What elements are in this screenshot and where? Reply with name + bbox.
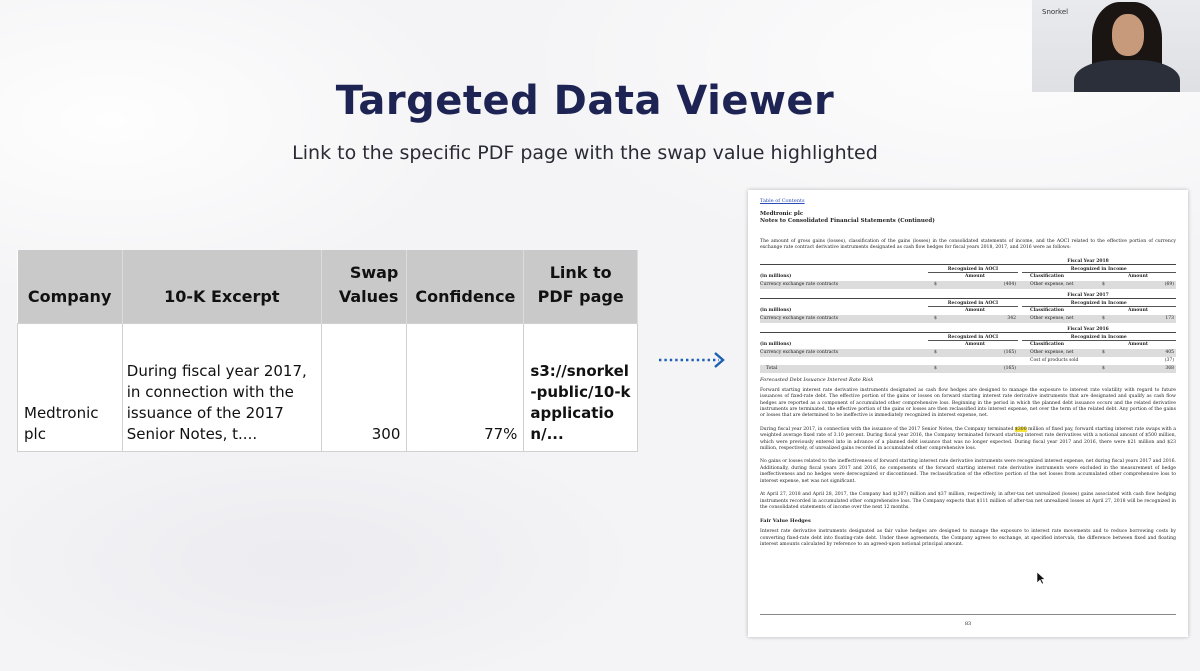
header-confidence: Confidence (406, 250, 525, 323)
cell-swap-value: 300 (320, 322, 408, 452)
pdf-data-row: Currency exchange rate contracts $ (165) … (760, 348, 1176, 357)
pdf-page-preview[interactable]: Table of Contents Medtronic plc Notes to… (748, 190, 1188, 637)
pdf-fy-label: Fiscal Year 2016 (760, 327, 1176, 333)
pdf-subheader-row: (in millions) Amount Classification Amou… (760, 308, 1148, 314)
pdf-para-april: At April 27, 2018 and April 28, 2017, th… (760, 492, 1176, 510)
pdf-table-header: Recognized in AOCI Recognized in Income (760, 301, 1176, 307)
pdf-heading-forecast: Forecasted Debt Issuance Interest Rate R… (760, 376, 874, 383)
pdf-data-row: Currency exchange rate contracts $ (404) … (760, 280, 1176, 289)
pdf-page-number: 83 (964, 621, 972, 627)
header-company: Company (17, 250, 123, 323)
pdf-company: Medtronic plc (760, 211, 804, 217)
cell-confidence: 77% (406, 322, 525, 452)
pdf-table-header: Recognized in AOCI Recognized in Income (760, 267, 1176, 273)
pdf-data-row: Currency exchange rate contracts $342 Ot… (760, 314, 1176, 323)
dotted-arrow-icon (659, 352, 725, 368)
pdf-data-row: Cost of products sold (37) (1030, 358, 1174, 364)
cell-pdf-link[interactable]: s3://snorkel-public/10-kapplication/... (523, 322, 638, 452)
pdf-table-fy2018: Fiscal Year 2018 Recognized in AOCI Reco… (760, 259, 1176, 289)
participant-name: Snorkel (1042, 8, 1069, 16)
pdf-toc-link[interactable]: Table of Contents (760, 198, 1176, 204)
pdf-intro: The amount of gross gains (losses), clas… (760, 239, 1176, 251)
pdf-para-no-gains: No gains or losses related to the ineffe… (760, 459, 1176, 484)
slide-title: Targeted Data Viewer (335, 78, 835, 124)
results-table: Company 10-K Excerpt Swap Values Confide… (17, 250, 638, 452)
pdf-fy-label: Fiscal Year 2018 (760, 259, 1176, 265)
pdf-para-forecast: Forward starting interest rate derivativ… (760, 387, 1176, 419)
header-excerpt: 10-K Excerpt (122, 250, 322, 323)
table-header-row: Company 10-K Excerpt Swap Values Confide… (17, 250, 638, 323)
pdf-col-aoci: Recognized in AOCI (928, 267, 1018, 273)
pdf-col-income: Recognized in Income (1021, 267, 1176, 273)
pdf-table-fy2017: Fiscal Year 2017 Recognized in AOCI Reco… (760, 293, 1176, 323)
cell-excerpt: During fiscal year 2017, in connection w… (121, 322, 322, 452)
header-link: Link to PDF page (523, 250, 638, 323)
participant-body (1074, 60, 1180, 92)
pdf-para-fair-value: Interest rate derivative instruments des… (760, 529, 1176, 548)
participant-face (1112, 14, 1144, 56)
pdf-section-title: Notes to Consolidated Financial Statemen… (760, 218, 935, 224)
webcam-feed: Snorkel (1032, 0, 1200, 92)
table-row: Medtronic plc During fiscal year 2017, i… (17, 322, 638, 452)
pdf-subheader-row: (in millions) Amount Classification Amou… (760, 274, 1148, 280)
slide-subtitle: Link to the specific PDF page with the s… (292, 142, 878, 164)
pdf-para-swap: During fiscal year 2017, in connection w… (760, 426, 1176, 452)
pdf-heading-fair-value: Fair Value Hedges (760, 518, 811, 525)
header-swap-values: Swap Values (321, 250, 408, 323)
pdf-table-fy2016: Fiscal Year 2016 Recognized in AOCI Reco… (760, 327, 1176, 373)
swap-value-highlight: $300 (1014, 426, 1027, 432)
pdf-total-row: Total $ (165) $368 (760, 364, 1176, 373)
pdf-subheader-row: (in millions) Amount Classification Amou… (760, 342, 1148, 348)
mouse-cursor-icon (1036, 571, 1046, 585)
pdf-table-header: Recognized in AOCI Recognized in Income (760, 335, 1176, 341)
pdf-fy-label: Fiscal Year 2017 (760, 293, 1176, 299)
pdf-footer-divider (760, 614, 1176, 615)
cell-company: Medtronic plc (17, 322, 123, 452)
